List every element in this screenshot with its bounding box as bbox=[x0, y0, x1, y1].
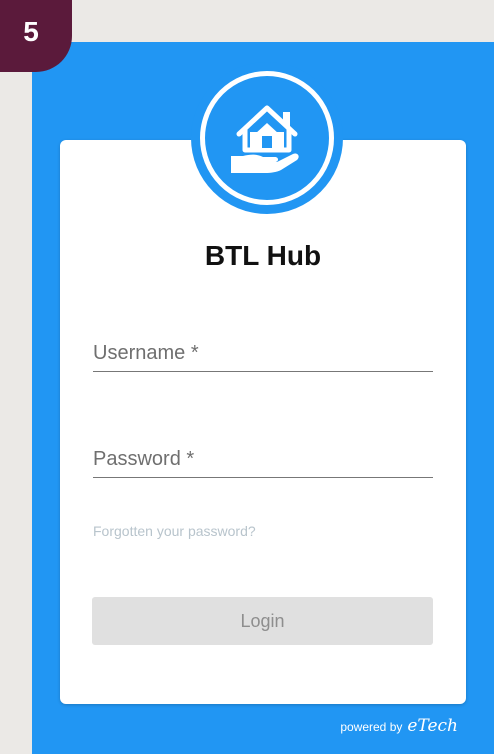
password-input[interactable] bbox=[93, 448, 433, 478]
username-input[interactable] bbox=[93, 342, 433, 372]
app-logo bbox=[191, 62, 343, 214]
step-number-badge: 5 bbox=[0, 0, 72, 72]
password-field[interactable] bbox=[93, 448, 433, 478]
brand-logo: eTech bbox=[407, 716, 458, 736]
house-in-hand-icon bbox=[231, 105, 299, 173]
powered-by-footer: powered by eTech bbox=[340, 716, 458, 736]
username-field[interactable] bbox=[93, 342, 433, 372]
logo-circle bbox=[200, 71, 334, 205]
login-button[interactable]: Login bbox=[92, 597, 433, 645]
forgot-password-link[interactable]: Forgotten your password? bbox=[93, 523, 256, 539]
powered-by-label: powered by bbox=[340, 720, 403, 734]
app-title: BTL Hub bbox=[204, 240, 322, 271]
